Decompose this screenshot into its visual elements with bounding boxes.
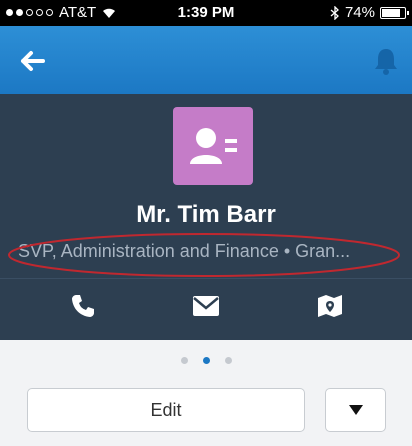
edit-label: Edit (150, 399, 182, 420)
battery-fill (382, 8, 400, 17)
map-icon (318, 295, 342, 317)
page-indicator (0, 357, 412, 364)
profile-header: Mr. Tim Barr SVP, Administration and Fin… (0, 94, 412, 340)
email-button[interactable] (186, 289, 226, 323)
contact-title: SVP, Administration and Finance • Gran..… (18, 241, 351, 261)
battery-icon (380, 6, 409, 19)
contact-name: Mr. Tim Barr (136, 201, 276, 228)
edit-button[interactable]: Edit (27, 388, 305, 432)
phone-icon (72, 295, 94, 317)
map-button[interactable] (310, 289, 350, 323)
status-right: 74% (330, 4, 409, 21)
avatar (173, 107, 253, 185)
back-arrow-icon[interactable] (18, 46, 48, 76)
screen: AT&T 1:39 PM 74% Mr. Tim Barr SVP, Admin… (0, 0, 412, 446)
bluetooth-icon (330, 5, 339, 20)
battery-percent: 74% (344, 4, 375, 21)
status-bar: AT&T 1:39 PM 74% (0, 0, 412, 26)
bell-icon[interactable] (372, 46, 400, 76)
mail-icon (193, 296, 219, 316)
more-actions-button[interactable] (325, 388, 386, 432)
page-dot-active[interactable] (202, 357, 210, 364)
page-dot[interactable] (180, 357, 188, 364)
nav-header (0, 26, 412, 94)
dropdown-triangle-icon (348, 405, 363, 415)
call-button[interactable] (63, 289, 103, 323)
page-dot[interactable] (224, 357, 232, 364)
action-row (0, 278, 412, 335)
contact-card-icon (190, 128, 237, 164)
